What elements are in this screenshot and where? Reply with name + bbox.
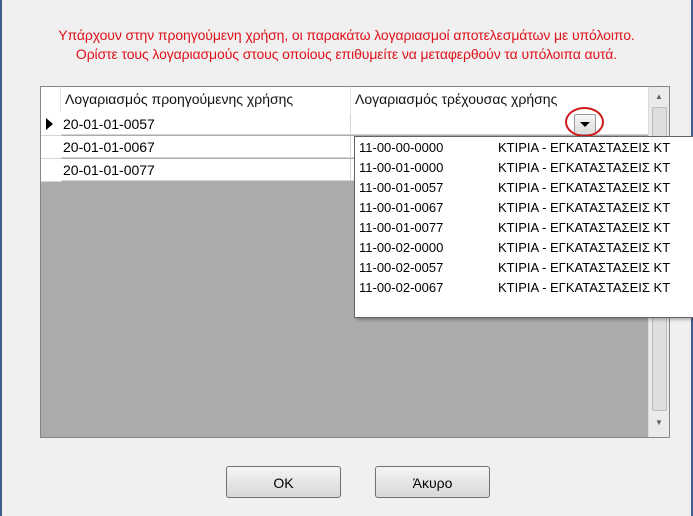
previous-account-cell[interactable]: 20-01-01-0067 (61, 136, 351, 158)
previous-account-cell[interactable]: 20-01-01-0077 (61, 159, 351, 181)
info-message-line1: Υπάρχουν στην προηγούμενη χρήση, οι παρα… (58, 27, 635, 43)
dropdown-item[interactable]: 11-00-01-0057 ΚΤΙΡΙΑ - ΕΓΚΑΤΑΣΤΑΣΕΙΣ ΚΤ (355, 177, 693, 197)
dropdown-item[interactable]: 11-00-01-0077 ΚΤΙΡΙΑ - ΕΓΚΑΤΑΣΤΑΣΕΙΣ ΚΤ (355, 217, 693, 237)
grid-header: Λογαριασμός προηγούμενης χρήσης Λογαριασ… (41, 87, 649, 114)
row-header[interactable] (41, 113, 62, 136)
account-dropdown-list[interactable]: 11-00-00-0000 ΚΤΙΡΙΑ - ΕΓΚΑΤΑΣΤΑΣΕΙΣ ΚΤ … (354, 136, 693, 318)
dropdown-item-desc: ΚΤΙΡΙΑ - ΕΓΚΑΤΑΣΤΑΣΕΙΣ ΚΤ (498, 160, 671, 175)
info-message-line2: Ορίστε τους λογαριασμούς στους οποίους ε… (75, 46, 618, 62)
column-header-current[interactable]: Λογαριασμός τρέχουσας χρήσης (351, 87, 649, 112)
dropdown-item-code: 11-00-01-0077 (359, 220, 444, 235)
dropdown-item[interactable]: 11-00-02-0057 ΚΤΙΡΙΑ - ΕΓΚΑΤΑΣΤΑΣΕΙΣ ΚΤ (355, 257, 693, 277)
current-account-combo[interactable] (351, 113, 649, 135)
ok-button[interactable]: OK (226, 466, 341, 498)
dropdown-item[interactable]: 11-00-01-0067 ΚΤΙΡΙΑ - ΕΓΚΑΤΑΣΤΑΣΕΙΣ ΚΤ (355, 197, 693, 217)
info-message: Υπάρχουν στην προηγούμενη χρήση, οι παρα… (2, 26, 691, 64)
dropdown-item-desc: ΚΤΙΡΙΑ - ΕΓΚΑΤΑΣΤΑΣΕΙΣ ΚΤ (498, 140, 671, 155)
scroll-down-icon[interactable]: ▼ (651, 415, 667, 431)
grid-corner-header (41, 87, 61, 112)
dropdown-item[interactable]: 11-00-02-0067 ΚΤΙΡΙΑ - ΕΓΚΑΤΑΣΤΑΣΕΙΣ ΚΤ (355, 277, 693, 297)
row-header[interactable] (41, 136, 62, 159)
dropdown-item-code: 11-00-02-0057 (359, 260, 444, 275)
dropdown-item-desc: ΚΤΙΡΙΑ - ΕΓΚΑΤΑΣΤΑΣΕΙΣ ΚΤ (498, 220, 671, 235)
dropdown-item-desc: ΚΤΙΡΙΑ - ΕΓΚΑΤΑΣΤΑΣΕΙΣ ΚΤ (498, 260, 671, 275)
dropdown-item-code: 11-00-00-0000 (359, 140, 444, 155)
dropdown-item-code: 11-00-01-0057 (359, 180, 444, 195)
scroll-up-icon[interactable]: ▲ (651, 89, 667, 105)
current-row-indicator-icon (46, 118, 53, 130)
row-header[interactable] (41, 159, 62, 182)
dropdown-item-desc: ΚΤΙΡΙΑ - ΕΓΚΑΤΑΣΤΑΣΕΙΣ ΚΤ (498, 240, 671, 255)
dropdown-item-code: 11-00-01-0067 (359, 200, 444, 215)
dropdown-item-code: 11-00-02-0000 (359, 240, 444, 255)
cancel-button[interactable]: Άκυρο (375, 466, 490, 498)
previous-account-cell[interactable]: 20-01-01-0057 (61, 113, 351, 135)
dropdown-item-desc: ΚΤΙΡΙΑ - ΕΓΚΑΤΑΣΤΑΣΕΙΣ ΚΤ (498, 200, 671, 215)
dropdown-item[interactable]: 11-00-00-0000 ΚΤΙΡΙΑ - ΕΓΚΑΤΑΣΤΑΣΕΙΣ ΚΤ (355, 137, 693, 157)
highlight-circle (565, 107, 604, 137)
dropdown-item-code: 11-00-02-0067 (359, 280, 444, 295)
dialog-window: Υπάρχουν στην προηγούμενη χρήση, οι παρα… (0, 0, 693, 516)
column-header-previous[interactable]: Λογαριασμός προηγούμενης χρήσης (61, 87, 351, 112)
dropdown-item-desc: ΚΤΙΡΙΑ - ΕΓΚΑΤΑΣΤΑΣΕΙΣ ΚΤ (498, 180, 671, 195)
dropdown-item-code: 11-00-01-0000 (359, 160, 444, 175)
dropdown-item[interactable]: 11-00-01-0000 ΚΤΙΡΙΑ - ΕΓΚΑΤΑΣΤΑΣΕΙΣ ΚΤ (355, 157, 693, 177)
dropdown-item[interactable]: 11-00-02-0000 ΚΤΙΡΙΑ - ΕΓΚΑΤΑΣΤΑΣΕΙΣ ΚΤ (355, 237, 693, 257)
dropdown-item-desc: ΚΤΙΡΙΑ - ΕΓΚΑΤΑΣΤΑΣΕΙΣ ΚΤ (498, 280, 671, 295)
